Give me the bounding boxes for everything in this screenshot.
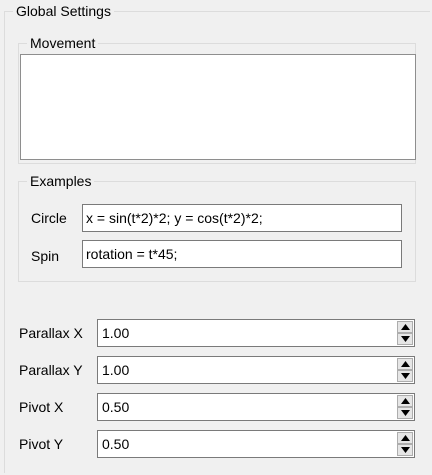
movement-title: Movement xyxy=(27,34,99,52)
decrement-button[interactable] xyxy=(397,333,413,345)
pivot-x-value[interactable]: 0.50 xyxy=(102,394,129,420)
movement-script-editor[interactable] xyxy=(20,54,416,160)
arrow-down-icon xyxy=(401,336,410,342)
parallax-x-spinbox[interactable]: 1.00 xyxy=(97,319,415,347)
examples-group: Examples Circle x = sin(t*2)*2; y = cos(… xyxy=(18,172,416,282)
pivot-y-value[interactable]: 0.50 xyxy=(102,431,129,457)
decrement-button[interactable] xyxy=(397,407,413,419)
parallax-y-stepper[interactable] xyxy=(397,358,413,382)
parallax-y-spinbox[interactable]: 1.00 xyxy=(97,356,415,384)
pivot-y-spinbox[interactable]: 0.50 xyxy=(97,430,415,458)
example-field-spin[interactable]: rotation = t*45; xyxy=(82,240,402,268)
movement-group: Movement xyxy=(18,34,416,164)
parallax-x-label: Parallax X xyxy=(19,325,83,341)
arrow-down-icon xyxy=(401,410,410,416)
increment-button[interactable] xyxy=(397,321,413,333)
pivot-x-label: Pivot X xyxy=(19,399,64,415)
arrow-up-icon xyxy=(401,324,410,330)
parallax-y-label: Parallax Y xyxy=(19,362,83,378)
example-label-spin: Spin xyxy=(31,248,60,264)
arrow-up-icon xyxy=(401,435,410,441)
pivot-x-stepper[interactable] xyxy=(397,395,413,419)
examples-title: Examples xyxy=(27,172,95,190)
pivot-y-stepper[interactable] xyxy=(397,432,413,456)
decrement-button[interactable] xyxy=(397,444,413,456)
parallax-y-value[interactable]: 1.00 xyxy=(102,357,129,383)
example-label-circle: Circle xyxy=(31,210,67,226)
arrow-down-icon xyxy=(401,447,410,453)
global-settings-title: Global Settings xyxy=(13,2,114,20)
increment-button[interactable] xyxy=(397,395,413,407)
parallax-x-stepper[interactable] xyxy=(397,321,413,345)
parallax-x-value[interactable]: 1.00 xyxy=(102,320,129,346)
arrow-down-icon xyxy=(401,373,410,379)
example-field-circle[interactable]: x = sin(t*2)*2; y = cos(t*2)*2; xyxy=(82,204,402,232)
increment-button[interactable] xyxy=(397,358,413,370)
arrow-up-icon xyxy=(401,398,410,404)
pivot-y-label: Pivot Y xyxy=(19,436,64,452)
decrement-button[interactable] xyxy=(397,370,413,382)
increment-button[interactable] xyxy=(397,432,413,444)
arrow-up-icon xyxy=(401,361,410,367)
pivot-x-spinbox[interactable]: 0.50 xyxy=(97,393,415,421)
global-settings-panel: Global Settings Movement Examples Circle… xyxy=(0,0,432,475)
